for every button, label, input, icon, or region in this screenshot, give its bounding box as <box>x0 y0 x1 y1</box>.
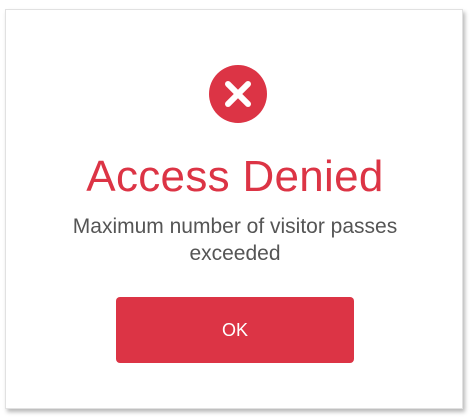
error-x-icon <box>209 65 267 123</box>
dialog-message: Maximum number of visitor passes exceede… <box>72 215 398 265</box>
access-denied-dialog: Access Denied Maximum number of visitor … <box>5 9 463 409</box>
dialog-title: Access Denied <box>86 152 384 201</box>
ok-button[interactable]: OK <box>116 297 354 363</box>
